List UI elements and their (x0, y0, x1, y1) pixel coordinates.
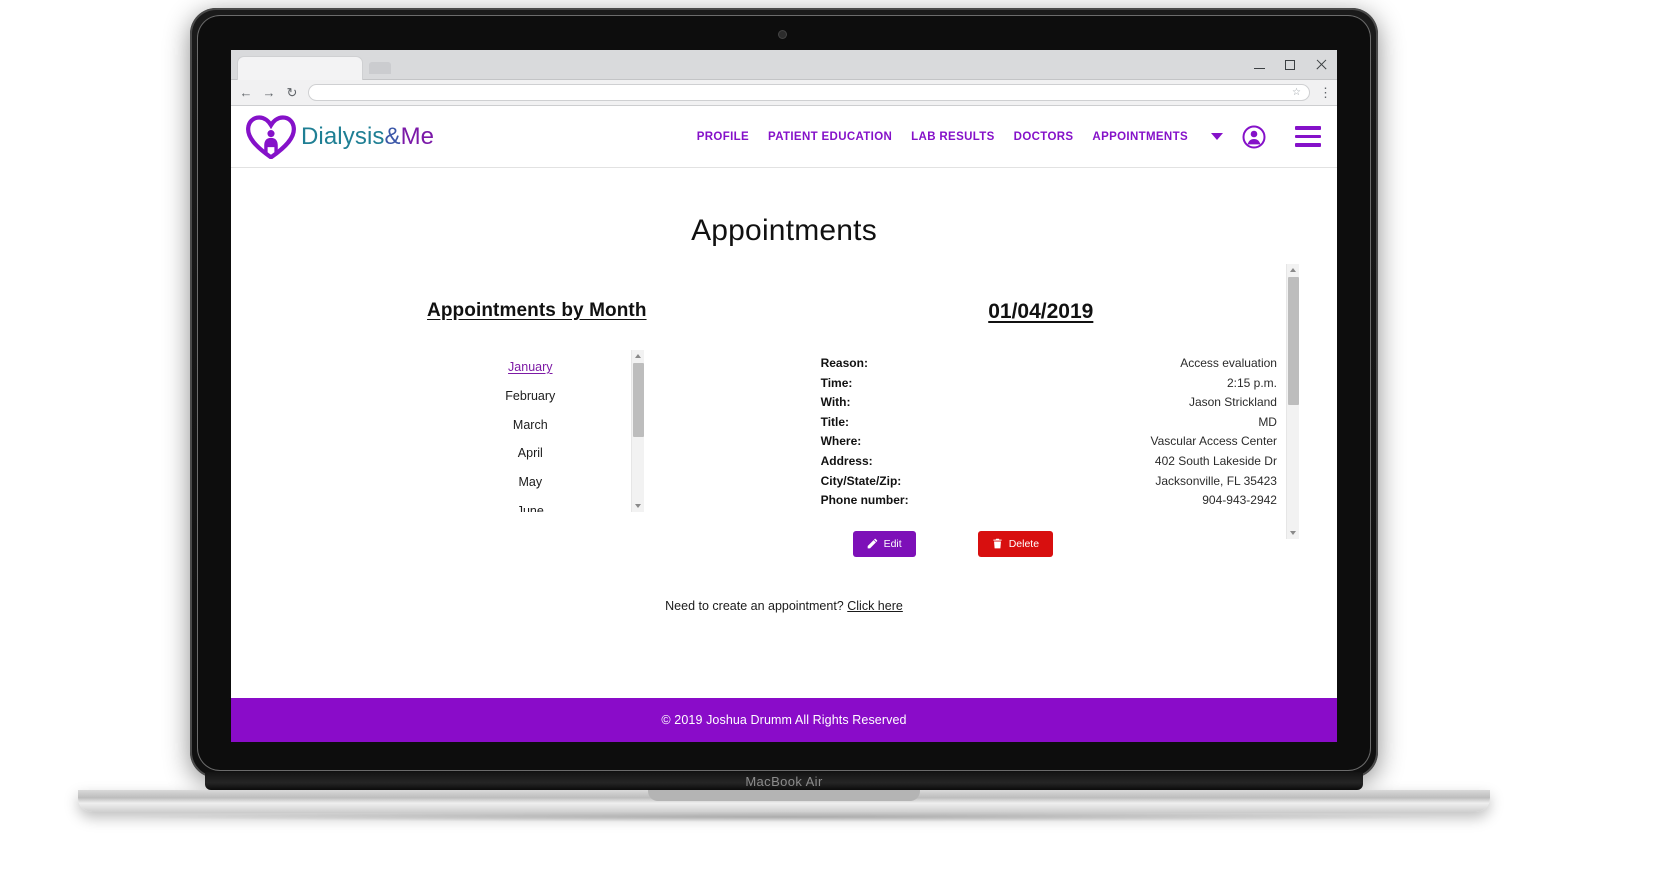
device-model-label: MacBook Air (745, 773, 823, 789)
month-item-may[interactable]: May (429, 468, 631, 497)
brand-name-part3: Me (400, 122, 435, 150)
appointment-scrollbar[interactable] (1285, 264, 1299, 539)
month-list-box: January February March April May June (429, 350, 645, 512)
month-item-march[interactable]: March (429, 411, 631, 440)
detail-scroll-up-arrow-icon[interactable] (1289, 268, 1296, 272)
browser-menu-icon[interactable]: ⋮ (1319, 86, 1332, 99)
footer-copyright: © 2019 Joshua Drumm All Rights Reserved (661, 713, 907, 727)
edit-button-label: Edit (883, 537, 902, 550)
site-header: Dialysis&Me PROFILE PATIENT EDUCATION LA… (231, 106, 1337, 168)
webcam-icon (779, 31, 786, 38)
field-title-label: Title: (820, 414, 850, 429)
months-section-title: Appointments by Month (427, 300, 647, 321)
months-panel: Appointments by Month January February M… (269, 300, 805, 512)
pencil-edit-icon (867, 538, 878, 549)
back-icon[interactable]: ← (239, 86, 253, 99)
create-appointment-text: Need to create an appointment? (665, 598, 844, 613)
trash-delete-icon (992, 538, 1003, 549)
month-item-april[interactable]: April (429, 439, 631, 468)
appointment-fields: Reason: Access evaluation Time: 2:15 p.m… (805, 354, 1277, 511)
field-reason: Reason: Access evaluation (821, 354, 1277, 374)
field-address-label: Address: (820, 453, 873, 468)
browser-tab-bar (231, 50, 1337, 80)
field-reason-value: Access evaluation (1180, 356, 1277, 370)
maximize-button[interactable] (1284, 59, 1296, 71)
brand-name-part1: Dialysis (301, 122, 385, 150)
field-time-value: 2:15 p.m. (1226, 375, 1277, 390)
nav-item-patient-education[interactable]: PATIENT EDUCATION (768, 131, 892, 143)
browser-toolbar: ← → ↻ ☆ ⋮ (231, 80, 1337, 106)
appointment-detail-panel: 01/04/2019 Reason: Access evaluation Tim… (805, 264, 1299, 557)
window-controls (1253, 50, 1327, 80)
month-list-scrollbar[interactable] (631, 350, 645, 512)
reload-icon[interactable]: ↻ (285, 86, 299, 99)
field-with: With: Jason Strickland (821, 393, 1277, 413)
close-button[interactable] (1315, 59, 1327, 71)
bookmark-star-icon[interactable]: ☆ (1292, 87, 1301, 98)
laptop-screen: ← → ↻ ☆ ⋮ Dialysis&Me PROFILE PATIENT ED… (231, 50, 1337, 742)
field-with-label: With: (820, 395, 851, 410)
month-item-june[interactable]: June (429, 497, 631, 512)
field-city-state-zip-value: Jacksonville, FL 35423 (1155, 473, 1277, 488)
web-page: Dialysis&Me PROFILE PATIENT EDUCATION LA… (231, 106, 1337, 742)
create-appointment-link[interactable]: Click here (847, 599, 903, 613)
month-list: January February March April May June (429, 350, 631, 512)
field-address: Address: 402 South Lakeside Dr (821, 452, 1277, 472)
main-navigation: PROFILE PATIENT EDUCATION LAB RESULTS DO… (697, 125, 1321, 149)
create-appointment-prompt: Need to create an appointment? Click her… (231, 599, 1337, 613)
chevron-down-icon[interactable] (1211, 133, 1223, 140)
field-where: Where: Vascular Access Center (821, 432, 1277, 452)
detail-scrollbar-thumb[interactable] (1287, 277, 1299, 405)
minimize-button[interactable] (1253, 59, 1265, 71)
appointment-actions: Edit Delete (805, 530, 1277, 557)
page-title: Appointments (691, 214, 877, 247)
brand-name-part2: & (384, 122, 401, 150)
browser-tab[interactable] (237, 56, 363, 80)
scroll-up-arrow-icon[interactable] (635, 354, 642, 358)
nav-item-doctors[interactable]: DOCTORS (1014, 131, 1074, 143)
month-item-february[interactable]: February (429, 382, 631, 411)
field-where-label: Where: (820, 434, 862, 449)
laptop-notch (648, 790, 920, 801)
field-title-value: MD (1258, 414, 1277, 429)
field-time: Time: 2:15 p.m. (821, 374, 1277, 394)
laptop-shadow (120, 812, 1450, 822)
heart-logo-icon (245, 114, 297, 160)
screenshot-scene: ← → ↻ ☆ ⋮ Dialysis&Me PROFILE PATIENT ED… (0, 0, 1666, 896)
delete-button-label: Delete (1008, 537, 1040, 550)
field-phone: Phone number: 904-943-2942 (821, 491, 1277, 511)
scroll-down-arrow-icon[interactable] (635, 504, 642, 508)
new-tab-button[interactable] (369, 62, 391, 74)
scrollbar-thumb[interactable] (633, 363, 645, 437)
field-reason-label: Reason: (820, 356, 868, 370)
edit-button[interactable]: Edit (852, 530, 916, 557)
field-city-state-zip-label: City/State/Zip: (820, 473, 902, 488)
nav-item-profile[interactable]: PROFILE (697, 131, 749, 143)
month-item-january[interactable]: January (429, 353, 631, 382)
field-time-label: Time: (820, 375, 853, 390)
appointment-date-title: 01/04/2019 (988, 300, 1094, 323)
field-city-state-zip: City/State/Zip: Jacksonville, FL 35423 (821, 472, 1277, 492)
delete-button[interactable]: Delete (977, 530, 1054, 557)
nav-item-lab-results[interactable]: LAB RESULTS (911, 131, 995, 143)
address-bar[interactable]: ☆ (308, 84, 1310, 101)
field-where-value: Vascular Access Center (1150, 434, 1277, 449)
brand-name: Dialysis&Me (301, 123, 434, 151)
hamburger-menu-icon[interactable] (1295, 126, 1321, 147)
detail-scroll-down-arrow-icon[interactable] (1289, 531, 1296, 535)
nav-item-appointments[interactable]: APPOINTMENTS (1092, 131, 1188, 143)
field-phone-label: Phone number: (820, 493, 909, 508)
field-title: Title: MD (821, 413, 1277, 433)
field-with-value: Jason Strickland (1188, 395, 1277, 410)
content-row: Appointments by Month January February M… (231, 264, 1337, 557)
site-footer: © 2019 Joshua Drumm All Rights Reserved (231, 698, 1337, 742)
brand-logo[interactable]: Dialysis&Me (245, 114, 434, 160)
forward-icon[interactable]: → (262, 86, 276, 99)
account-circle-icon[interactable] (1242, 125, 1266, 149)
field-address-value: 402 South Lakeside Dr (1154, 453, 1277, 468)
field-phone-value: 904-943-2942 (1202, 493, 1277, 508)
